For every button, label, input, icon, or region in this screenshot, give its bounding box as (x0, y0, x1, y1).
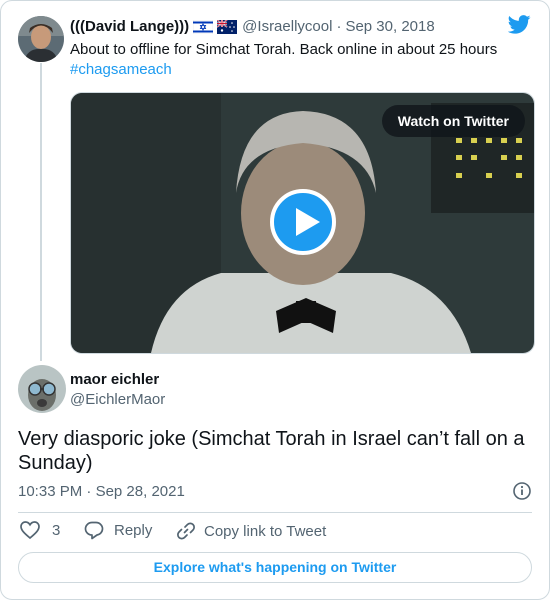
hashtag-link[interactable]: #chagsameach (70, 61, 172, 78)
explore-twitter-button[interactable]: Explore what's happening on Twitter (18, 552, 532, 583)
divider (18, 512, 532, 513)
watch-on-twitter-button[interactable]: Watch on Twitter (381, 105, 525, 137)
like-count: 3 (52, 521, 61, 539)
info-icon[interactable] (513, 482, 531, 500)
heart-icon (20, 521, 40, 539)
israel-flag-icon (193, 19, 214, 34)
parent-tweet-date[interactable]: Sep 30, 2018 (345, 18, 434, 35)
parent-tweet-body: About to offline for Simchat Torah. Back… (70, 41, 498, 58)
parent-author-row: (((David Lange))) @Israellycool · Sep 30… (70, 18, 435, 35)
reply-tweet-text: Very diasporic joke (Simchat Torah in Is… (18, 428, 525, 474)
link-icon (177, 522, 195, 540)
reply-label: Reply (114, 522, 153, 539)
play-icon (296, 208, 320, 236)
parent-tweet-text: About to offline for Simchat Torah. Back… (70, 40, 530, 80)
play-button[interactable] (270, 189, 336, 255)
reply-author-avatar[interactable] (18, 365, 66, 413)
video-thumbnail[interactable]: Watch on Twitter (70, 92, 535, 354)
reply-timestamp[interactable]: 10:33 PM · Sep 28, 2021 (18, 483, 185, 500)
copy-link-label: Copy link to Tweet (204, 522, 327, 540)
tweet-embed-card: (((David Lange))) @Israellycool · Sep 30… (0, 0, 550, 600)
timestamp-separator: · (86, 483, 92, 500)
parent-author-avatar[interactable] (18, 16, 64, 62)
reply-bubble-icon (84, 521, 104, 540)
reply-button[interactable]: Reply (84, 521, 152, 540)
reply-author-handle[interactable]: @EichlerMaor (70, 391, 165, 408)
reply-date: Sep 28, 2021 (95, 483, 185, 500)
copy-link-button[interactable]: Copy link to Tweet (176, 521, 326, 541)
australia-flag-icon (217, 19, 238, 34)
reply-author-name[interactable]: maor eichler (70, 371, 159, 388)
meta-separator: · (336, 18, 342, 35)
like-button[interactable]: 3 (20, 521, 60, 539)
reply-time: 10:33 PM (18, 483, 83, 500)
parent-author-handle[interactable]: @Israellycool (242, 18, 332, 35)
thread-connector-line (40, 63, 42, 361)
parent-author-name[interactable]: (((David Lange))) (70, 18, 189, 35)
twitter-bird-icon[interactable] (508, 15, 531, 34)
